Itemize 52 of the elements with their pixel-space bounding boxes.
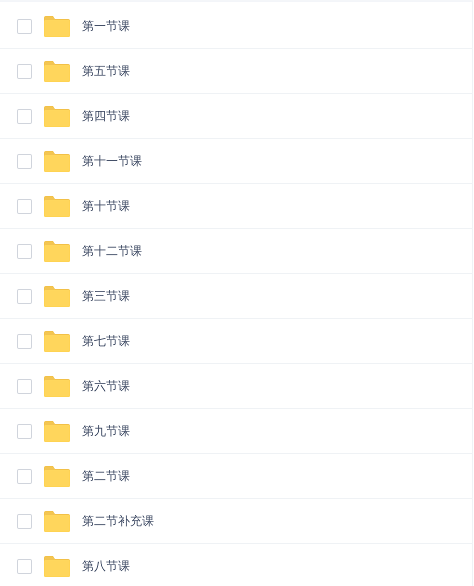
checkbox[interactable] <box>17 64 32 78</box>
file-row[interactable]: 第七节课 <box>0 319 472 364</box>
checkbox[interactable] <box>17 514 32 528</box>
folder-name: 第六节课 <box>82 378 130 395</box>
folder-name: 第五节课 <box>82 63 130 80</box>
folder-name: 第二节课 <box>82 468 130 485</box>
folder-icon <box>44 510 70 532</box>
folder-icon <box>44 16 70 36</box>
folder-icon <box>44 330 70 352</box>
file-row[interactable]: 第十二节课 <box>0 229 472 274</box>
file-row[interactable]: 第二节补充课 <box>0 499 472 544</box>
folder-icon <box>44 286 70 306</box>
folder-name: 第八节课 <box>82 558 130 575</box>
file-row[interactable]: 第四节课 <box>0 94 472 139</box>
folder-icon <box>44 196 70 216</box>
folder-name: 第三节课 <box>82 288 130 305</box>
folder-name: 第四节课 <box>82 108 130 125</box>
folder-icon <box>44 150 70 172</box>
folder-name: 第十二节课 <box>82 243 142 260</box>
checkbox[interactable] <box>17 244 32 258</box>
folder-name: 第二节补充课 <box>82 513 154 530</box>
checkbox[interactable] <box>17 198 32 214</box>
checkbox[interactable] <box>17 18 32 34</box>
checkbox[interactable] <box>17 468 32 484</box>
file-row[interactable]: 第八节课 <box>0 544 472 586</box>
folder-icon <box>44 60 70 82</box>
folder-name: 第十节课 <box>82 198 130 215</box>
checkbox[interactable] <box>17 288 32 304</box>
checkbox[interactable] <box>17 424 32 438</box>
folder-name: 第十一节课 <box>82 153 142 170</box>
checkbox[interactable] <box>17 334 32 348</box>
file-row[interactable]: 第二节课 <box>0 454 472 499</box>
folder-icon <box>44 106 70 126</box>
file-row[interactable]: 第十节课 <box>0 184 472 229</box>
checkbox[interactable] <box>17 558 32 574</box>
folder-name: 第七节课 <box>82 333 130 350</box>
file-row[interactable]: 第十一节课 <box>0 139 472 184</box>
folder-icon <box>44 376 70 396</box>
file-row[interactable]: 第一节课 <box>0 4 472 49</box>
checkbox[interactable] <box>17 154 32 168</box>
folder-icon <box>44 420 70 442</box>
file-row[interactable]: 第五节课 <box>0 49 472 94</box>
folder-name: 第九节课 <box>82 423 130 440</box>
folder-name: 第一节课 <box>82 18 130 35</box>
folder-icon <box>44 240 70 262</box>
file-row[interactable]: 第九节课 <box>0 409 472 454</box>
folder-icon <box>44 556 70 576</box>
folder-icon <box>44 466 70 486</box>
checkbox[interactable] <box>17 108 32 124</box>
file-row[interactable]: 第六节课 <box>0 364 472 409</box>
checkbox[interactable] <box>17 378 32 394</box>
file-row[interactable]: 第三节课 <box>0 274 472 319</box>
